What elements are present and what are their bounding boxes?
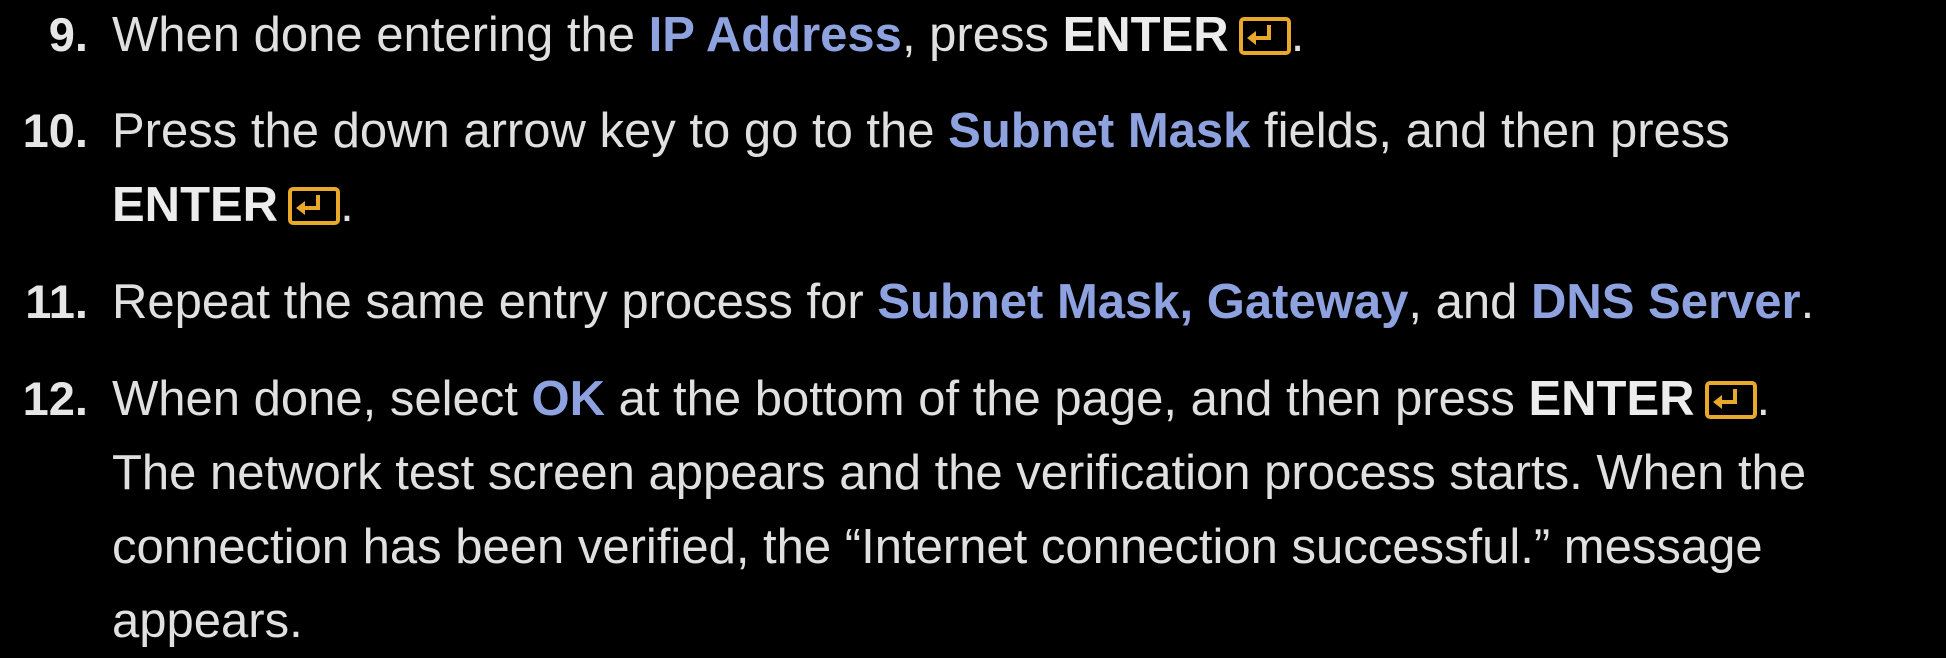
highlight-term: Subnet Mask <box>948 104 1251 158</box>
enter-key-icon <box>1704 381 1757 419</box>
highlight-term: Subnet Mask, Gateway <box>877 275 1409 329</box>
step-text-line: appears. <box>112 594 303 648</box>
step-number: 12. <box>22 372 88 425</box>
step-text: . <box>1800 275 1815 329</box>
key-name: ENTER <box>1528 372 1695 426</box>
step-text: , and <box>1408 275 1531 329</box>
highlight-term: IP Address <box>648 8 902 62</box>
highlight-term: OK <box>531 372 605 426</box>
key-name: ENTER <box>1062 8 1229 62</box>
step-text: Press the down arrow key to go to the <box>112 104 949 158</box>
step-text-line: Repeat the same entry process for Subnet… <box>112 265 1926 339</box>
step-text-line: When done entering the IP Address, press… <box>112 0 1926 72</box>
step-text: When done entering the <box>112 8 649 62</box>
step-text-line: connection has been verified, the “Inter… <box>112 520 1763 574</box>
step-text-line: Press the down arrow key to go to the Su… <box>112 94 1926 168</box>
enter-key-icon <box>288 187 341 225</box>
step-text: Repeat the same entry process for <box>112 275 878 329</box>
step-text: . <box>1756 372 1771 426</box>
step-text: at the bottom of the page, and then pres… <box>604 372 1529 426</box>
step-text: . <box>1290 8 1305 62</box>
step-text-line: ENTER. <box>112 168 1926 242</box>
step-number: 9. <box>48 8 88 61</box>
key-name: ENTER <box>112 178 279 232</box>
enter-key-icon <box>1238 17 1291 55</box>
step-text: , press <box>901 8 1063 62</box>
step-text-line: When done, select OK at the bottom of th… <box>112 362 1926 436</box>
highlight-term: DNS Server <box>1530 275 1801 329</box>
step-text-line: The network test screen appears and the … <box>112 446 1807 500</box>
instruction-steps: 9. When done entering the IP Address, pr… <box>0 0 1946 653</box>
step-number: 11. <box>25 275 88 328</box>
step-number: 10. <box>22 104 88 157</box>
step-text: . <box>340 178 354 232</box>
step-text: When done, select <box>112 372 532 426</box>
step-text: fields, and then press <box>1250 104 1730 158</box>
